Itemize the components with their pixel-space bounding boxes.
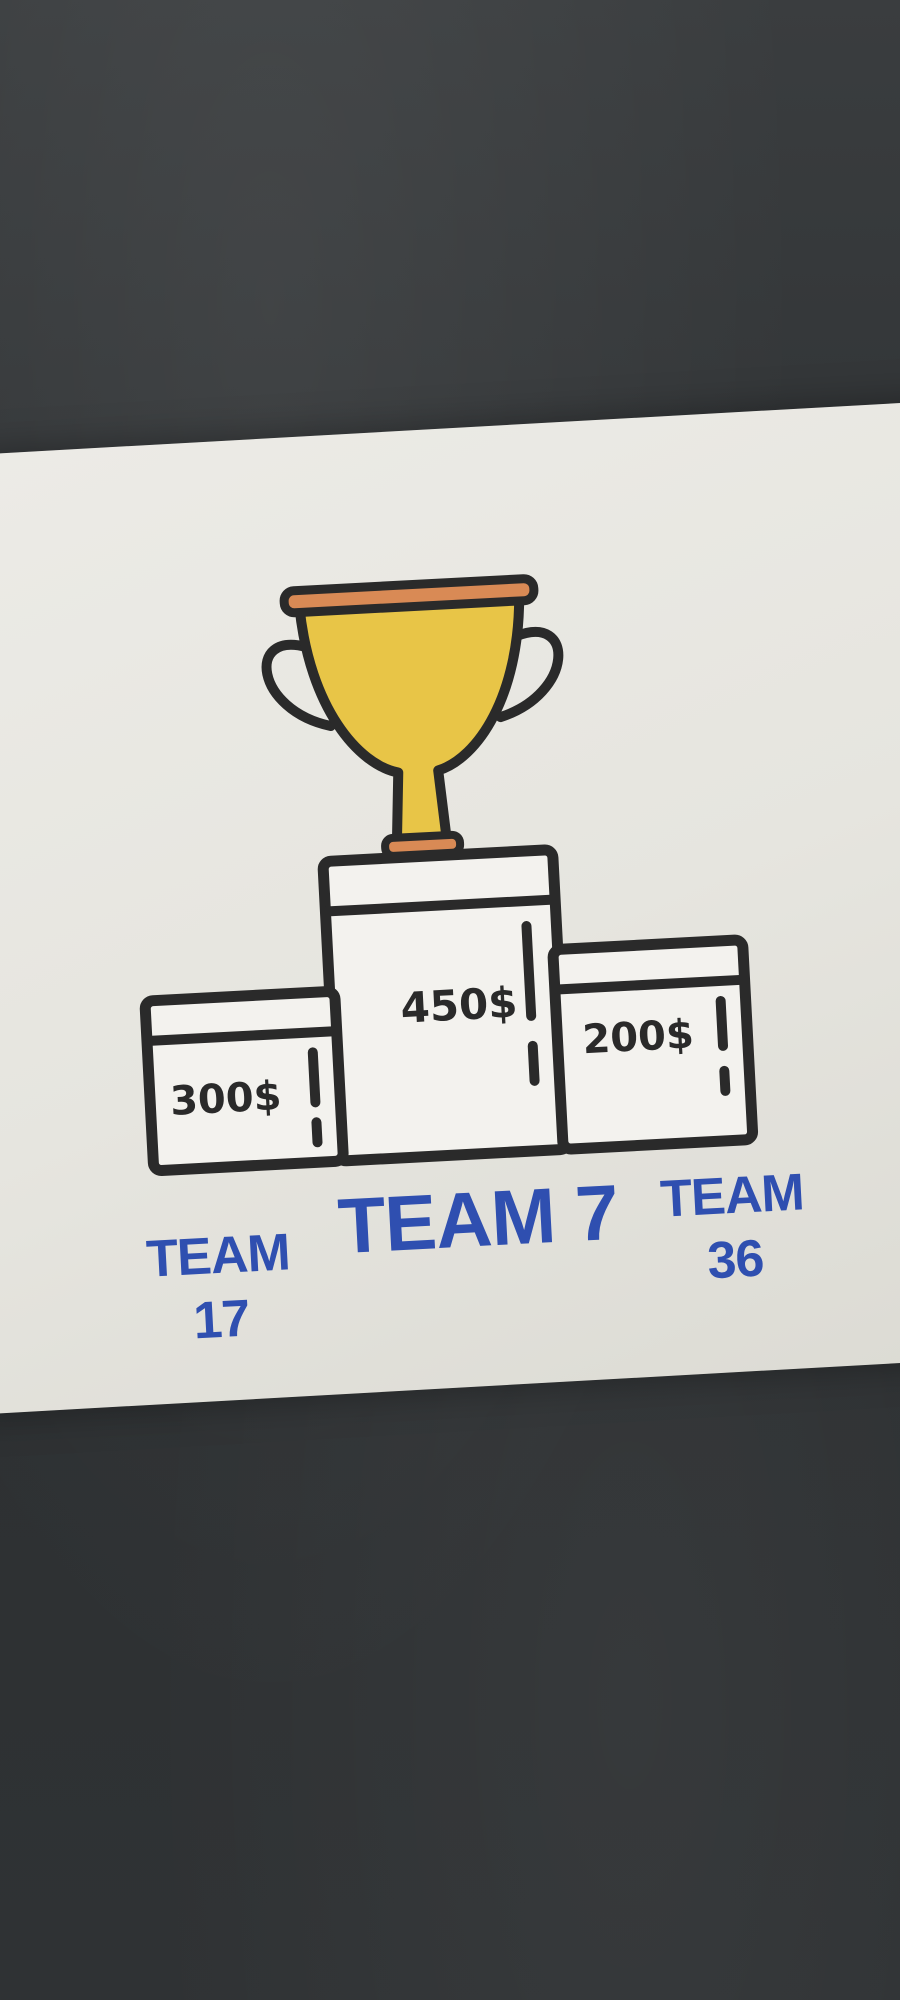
team-label-second-line2: 17 [191, 1289, 251, 1351]
prize-third: 200$ [581, 1011, 695, 1063]
prize-first: 450$ [399, 978, 518, 1033]
team-label-third: TEAM 36 [658, 1163, 808, 1291]
trophy-icon [261, 574, 564, 860]
team-label-third-line2: 36 [705, 1229, 765, 1291]
podium-third: 200$ [547, 934, 759, 1155]
podium-second: 300$ [139, 986, 349, 1176]
podium-first: 450$ [317, 844, 574, 1167]
team-label-third-line1: TEAM [658, 1163, 806, 1229]
team-label-first: TEAM 7 [335, 1167, 621, 1271]
team-label-second-line1: TEAM [144, 1223, 292, 1289]
podium-illustration: 450$ 300$ 200$ [139, 574, 759, 1176]
team-label-second: TEAM 17 [144, 1223, 294, 1351]
prize-second: 300$ [169, 1073, 283, 1125]
